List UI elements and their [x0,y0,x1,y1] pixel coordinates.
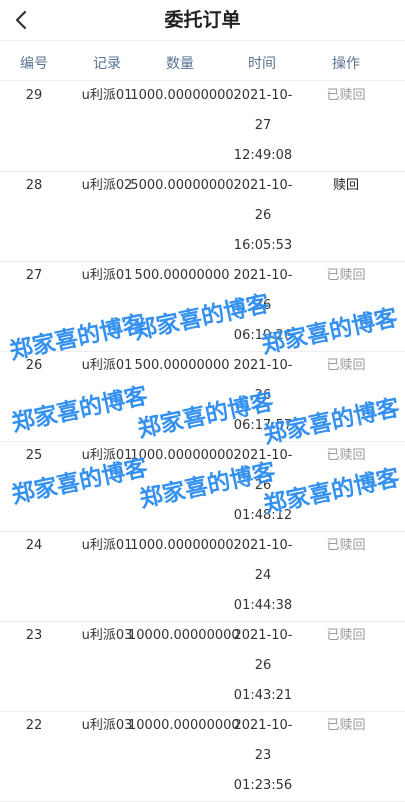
redeemed-status: 已赎回 [326,718,366,733]
order-clock: 16:05:53 [233,238,293,253]
order-amount: 500.00000000 [134,358,230,373]
order-id: 27 [25,268,43,283]
order-date-part2: 26 [254,478,272,493]
col-header-action: 操作 [332,56,360,72]
order-clock: 06:17:57 [233,418,293,433]
table-row: 29 u利派01 1000.00000000 2021-10- 27 12:49… [0,81,405,172]
col-header-id: 编号 [20,56,48,72]
order-amount: 1000.00000000 [130,88,234,103]
order-time: 2021-10- 24 01:44:38 [228,531,298,621]
order-date-part2: 23 [254,748,272,763]
order-time: 2021-10- 27 12:49:08 [228,81,298,171]
order-date-part2: 26 [254,658,272,673]
order-clock: 01:44:38 [233,598,293,613]
table-row: 25 u利派01 1000.00000000 2021-10- 26 01:48… [0,441,405,532]
col-header-amount: 数量 [166,56,194,72]
redeemed-status: 已赎回 [326,268,366,283]
top-bar: 委托订单 [0,0,405,41]
order-clock: 01:48:12 [233,508,293,523]
order-time: 2021-10- 26 06:17:57 [228,351,298,441]
table-row: 26 u利派01 500.00000000 2021-10- 26 06:17:… [0,351,405,442]
order-id: 23 [25,628,43,643]
order-amount: 5000.00000000 [130,178,234,193]
order-date-part2: 26 [254,388,272,403]
order-time: 2021-10- 26 16:05:53 [228,171,298,261]
col-header-time: 时间 [248,56,276,72]
order-date-part2: 26 [254,298,272,313]
order-id: 29 [25,88,43,103]
order-date-part1: 2021-10- [233,268,293,283]
table-row: 24 u利派01 1000.00000000 2021-10- 24 01:44… [0,531,405,622]
order-id: 25 [25,448,43,463]
order-date-part1: 2021-10- [233,448,293,463]
redeemed-status: 已赎回 [326,448,366,463]
order-date-part1: 2021-10- [233,718,293,733]
order-amount: 500.00000000 [134,268,230,283]
order-amount: 10000.00000000 [128,628,240,643]
order-id: 28 [25,178,43,193]
order-clock: 06:19:26 [233,328,293,343]
order-clock: 01:23:56 [233,778,293,793]
redeemed-status: 已赎回 [326,358,366,373]
order-date-part1: 2021-10- [233,178,293,193]
order-id: 24 [25,538,43,553]
order-date-part2: 26 [254,208,272,223]
table-row: 27 u利派01 500.00000000 2021-10- 26 06:19:… [0,261,405,352]
order-amount: 10000.00000000 [128,718,240,733]
redeemed-status: 已赎回 [326,88,366,103]
order-time: 2021-10- 26 01:48:12 [228,441,298,531]
page-title: 委托订单 [164,9,241,31]
order-id: 26 [25,358,43,373]
order-clock: 12:49:08 [233,148,293,163]
order-time: 2021-10- 26 06:19:26 [228,261,298,351]
order-time: 2021-10- 23 01:23:56 [228,711,298,801]
order-id: 22 [25,718,43,733]
order-date-part1: 2021-10- [233,88,293,103]
redeem-button[interactable]: 赎回 [306,171,386,201]
order-date-part1: 2021-10- [233,628,293,643]
table-header: 编号 记录 数量 时间 操作 [0,44,405,81]
redeemed-status: 已赎回 [326,538,366,553]
order-date-part2: 27 [254,118,272,133]
order-date-part1: 2021-10- [233,538,293,553]
order-clock: 01:43:21 [233,688,293,703]
redeemed-status: 已赎回 [326,628,366,643]
order-amount: 1000.00000000 [130,538,234,553]
order-amount: 1000.00000000 [130,448,234,463]
order-date-part1: 2021-10- [233,358,293,373]
order-time: 2021-10- 26 01:43:21 [228,621,298,711]
table-row: 23 u利派03 10000.00000000 2021-10- 26 01:4… [0,621,405,712]
table-row: 22 u利派03 10000.00000000 2021-10- 23 01:2… [0,711,405,802]
order-date-part2: 24 [254,568,272,583]
table-row: 28 u利派02 5000.00000000 2021-10- 26 16:05… [0,171,405,262]
